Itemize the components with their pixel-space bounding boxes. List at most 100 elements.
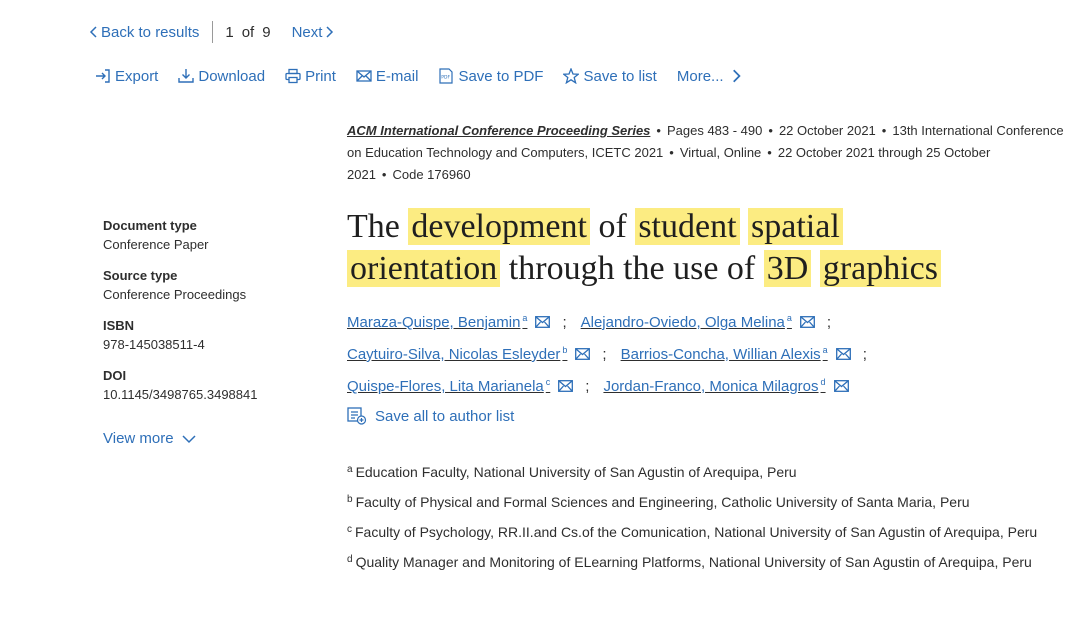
back-to-results-label: Back to results	[101, 23, 200, 41]
author-link[interactable]: Alejandro-Oviedo, Olga Melina a	[581, 313, 792, 331]
next-label: Next	[291, 23, 323, 41]
title-word: The	[347, 208, 400, 245]
affiliation-text: Education Faculty, National University o…	[355, 464, 797, 480]
author-separator: ;	[562, 313, 567, 331]
document-metadata: Document type Conference Paper Source ty…	[103, 218, 313, 447]
source-type-label: Source type	[103, 268, 178, 283]
author-separator: ;	[602, 345, 607, 363]
envelope-icon	[799, 316, 815, 328]
author-name: Barrios-Concha, Willian Alexis	[620, 346, 821, 363]
current-result: 1	[225, 23, 234, 41]
download-icon	[178, 69, 195, 83]
star-icon	[563, 68, 580, 84]
back-to-results-link[interactable]: Back to results	[89, 24, 199, 41]
document-type-label: Document type	[103, 218, 197, 233]
email-button[interactable]: E-mail	[356, 67, 419, 85]
bullet-separator: •	[768, 123, 773, 138]
author-link[interactable]: Barrios-Concha, Willian Alexis a	[621, 345, 828, 363]
export-icon	[96, 69, 110, 83]
author-name: Caytuiro-Silva, Nicolas Esleyder	[347, 346, 561, 363]
document-toolbar: Export Download Print E-mail PDF Save to…	[95, 64, 744, 88]
pdf-file-icon: PDF	[439, 68, 454, 84]
author-name: Quispe-Flores, Lita Marianela	[347, 378, 544, 395]
author-email-button[interactable]	[833, 380, 849, 392]
title-word: through the use of	[508, 250, 756, 287]
title-highlight: spatial	[748, 208, 843, 245]
total-results: 9	[262, 23, 271, 41]
more-label: More...	[676, 67, 724, 85]
envelope-icon	[558, 380, 574, 392]
author-email-button[interactable]	[799, 316, 815, 328]
pages: Pages 483 - 490	[666, 123, 763, 138]
doi-label: DOI	[103, 368, 127, 383]
next-result-link[interactable]: Next	[292, 24, 335, 41]
email-label: E-mail	[375, 67, 419, 85]
print-label: Print	[305, 67, 336, 85]
title-highlight: development	[408, 208, 590, 245]
envelope-icon	[575, 348, 591, 360]
author-separator: ;	[862, 345, 867, 363]
title-highlight: student	[635, 208, 740, 245]
series-link[interactable]: ACM International Conference Proceeding …	[347, 123, 650, 138]
author-row: Maraza-Quispe, Benjamin a ; Alejandro-Ovi…	[347, 306, 1067, 338]
affiliation-item: d Quality Manager and Monitoring of ELear…	[347, 548, 1057, 574]
author-email-button[interactable]	[535, 316, 551, 328]
author-link[interactable]: Quispe-Flores, Lita Marianela c	[347, 377, 550, 395]
view-more-link[interactable]: View more	[103, 430, 313, 447]
envelope-icon	[833, 380, 849, 392]
save-to-list-button[interactable]: Save to list	[563, 67, 657, 85]
author-link[interactable]: Maraza-Quispe, Benjamin a	[347, 313, 527, 331]
affiliation-marker: a	[347, 464, 353, 475]
save-to-list-label: Save to list	[583, 67, 657, 85]
save-all-to-author-list-button[interactable]: Save all to author list	[347, 402, 1067, 430]
print-button[interactable]: Print	[285, 68, 336, 85]
affiliation-marker: c	[545, 377, 551, 387]
download-button[interactable]: Download	[178, 68, 265, 85]
affiliation-item: b Faculty of Physical and Formal Sciences…	[347, 488, 1057, 514]
author-email-button[interactable]	[835, 348, 851, 360]
author-separator: ;	[585, 377, 590, 395]
author-email-button[interactable]	[558, 380, 574, 392]
affiliation-marker: d	[347, 554, 353, 565]
author-link[interactable]: Caytuiro-Silva, Nicolas Esleyder b	[347, 345, 567, 363]
view-more-label: View more	[103, 430, 174, 447]
author-email-button[interactable]	[575, 348, 591, 360]
affiliation-marker: a	[822, 345, 828, 355]
author-link[interactable]: Jordan-Franco, Monica Milagros d	[603, 377, 825, 395]
affiliation-text: Faculty of Psychology, RR.II.and Cs.of t…	[355, 524, 1038, 540]
bullet-separator: •	[881, 123, 887, 138]
source-info: ACM International Conference Proceeding …	[347, 120, 1067, 186]
chevron-right-icon	[732, 69, 741, 83]
add-to-list-icon	[347, 407, 367, 425]
title-highlight: orientation	[347, 250, 501, 287]
bullet-separator: •	[669, 145, 674, 160]
document-title: The development of student spatial orien…	[347, 206, 1047, 290]
envelope-icon	[356, 70, 372, 82]
save-to-pdf-button[interactable]: PDF Save to PDF	[438, 68, 543, 85]
author-list: Maraza-Quispe, Benjamin a ; Alejandro-Ovi…	[347, 306, 1067, 430]
export-button[interactable]: Export	[95, 68, 158, 85]
author-name: Maraza-Quispe, Benjamin	[347, 314, 521, 331]
isbn-label: ISBN	[103, 318, 135, 333]
author-separator: ;	[826, 313, 832, 331]
affiliation-marker: b	[347, 494, 353, 505]
more-button[interactable]: More...	[677, 68, 744, 85]
result-counter: 1 of 9	[225, 24, 270, 41]
bullet-separator: •	[656, 123, 661, 138]
doi-value: 10.1145/3498765.3498841	[103, 387, 258, 402]
export-label: Export	[115, 67, 159, 85]
affiliation-item: c Faculty of Psychology, RR.II.and Cs.of …	[347, 518, 1057, 544]
download-label: Download	[198, 67, 266, 85]
chevron-down-icon	[182, 434, 196, 443]
chevron-right-icon	[326, 26, 334, 38]
author-name: Alejandro-Oviedo, Olga Melina	[580, 314, 785, 331]
author-row: Quispe-Flores, Lita Marianela c ; Jordan-…	[347, 370, 1067, 402]
affiliation-text: Faculty of Physical and Formal Sciences …	[355, 494, 970, 510]
document-type-value: Conference Paper	[103, 237, 209, 252]
result-navigation: Back to results 1 of 9 Next	[89, 20, 334, 44]
title-highlight: 3D	[763, 250, 812, 287]
save-to-pdf-label: Save to PDF	[458, 67, 544, 85]
title-highlight: graphics	[819, 250, 941, 287]
chevron-left-icon	[89, 26, 97, 38]
author-row: Caytuiro-Silva, Nicolas Esleyder b ; Barr…	[347, 338, 1067, 370]
